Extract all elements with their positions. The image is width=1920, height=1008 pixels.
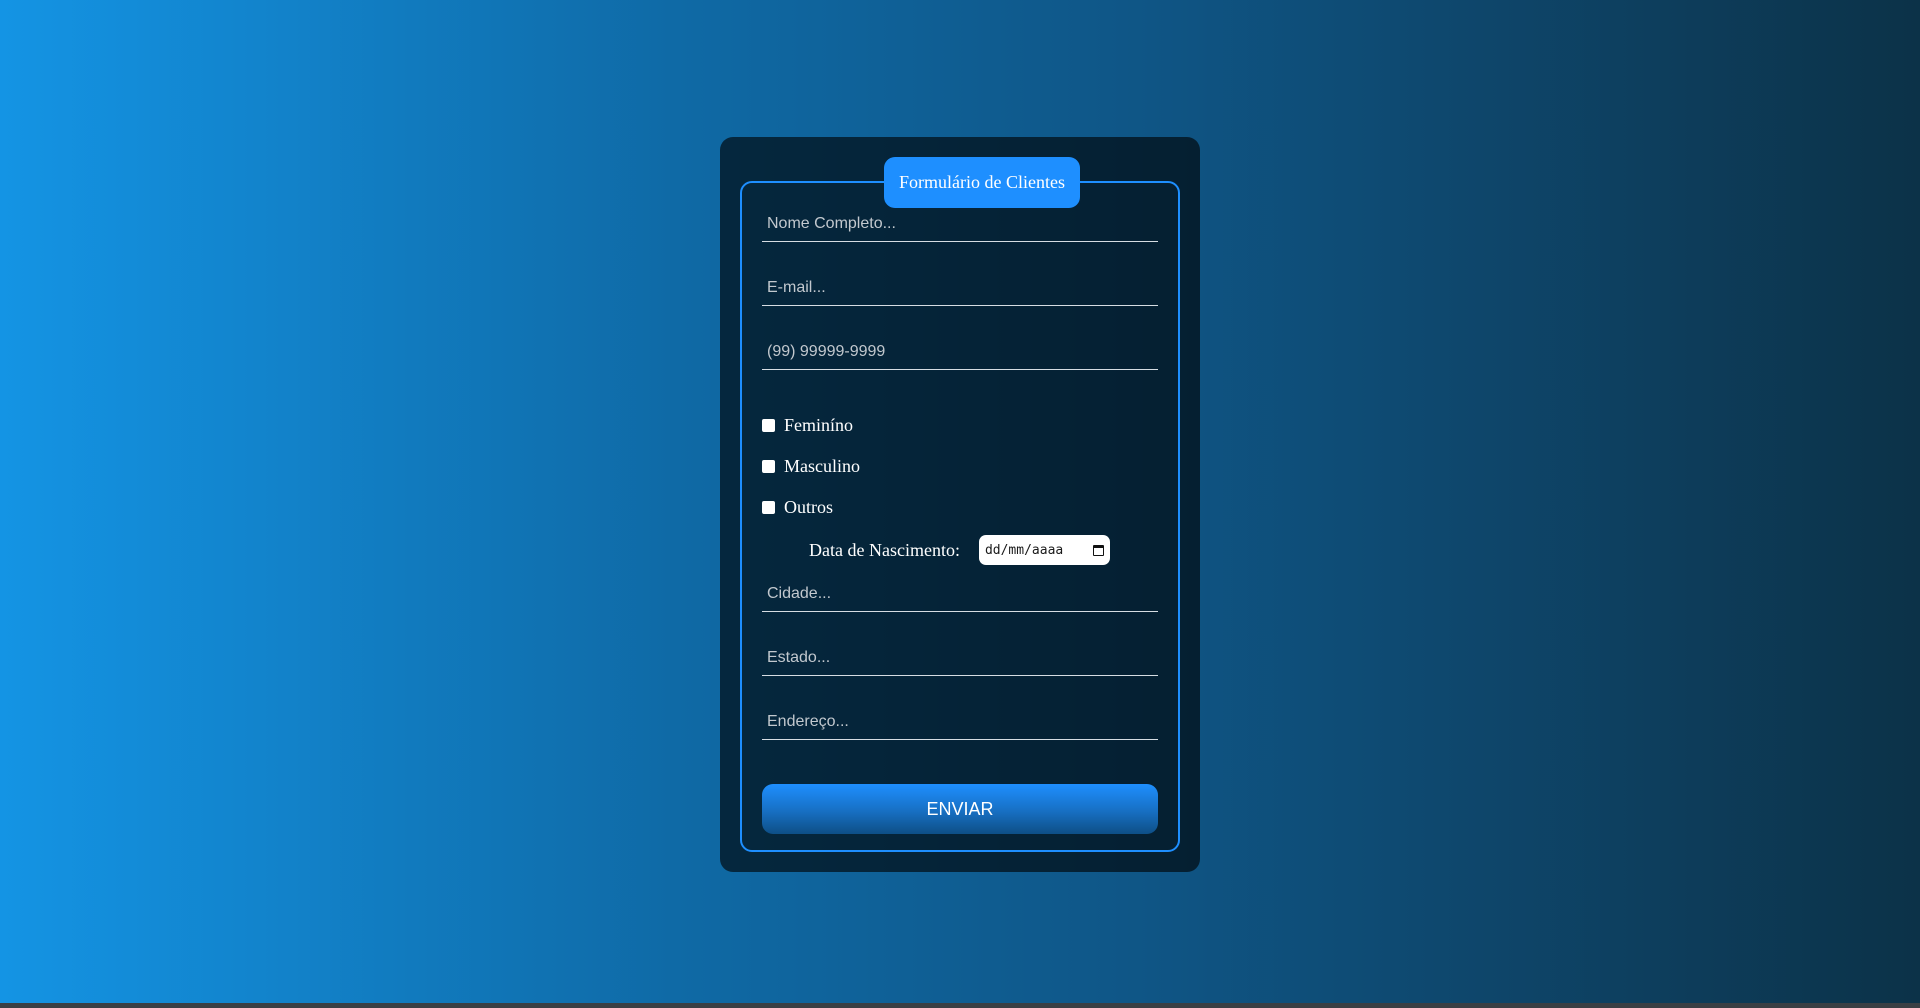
client-form-fieldset: Formulário de Clientes Feminíno Masculin… bbox=[740, 157, 1180, 852]
checkbox-masculino[interactable] bbox=[762, 459, 775, 473]
birth-date-row: Data de Nascimento: dd/mm/aaaa bbox=[809, 535, 1110, 565]
checkbox-label-masculino: Masculino bbox=[784, 455, 860, 476]
gender-option-outros[interactable]: Outros bbox=[762, 496, 833, 518]
gender-option-feminino[interactable]: Feminíno bbox=[762, 414, 853, 436]
address-input[interactable] bbox=[762, 704, 1158, 739]
email-input[interactable] bbox=[762, 270, 1158, 305]
phone-input[interactable] bbox=[762, 334, 1158, 369]
client-form-card: Formulário de Clientes Feminíno Masculin… bbox=[720, 137, 1200, 872]
gender-option-masculino[interactable]: Masculino bbox=[762, 455, 860, 477]
birth-date-label: Data de Nascimento: bbox=[809, 539, 960, 560]
checkbox-label-feminino: Feminíno bbox=[784, 414, 854, 435]
birth-date-placeholder: dd/mm/aaaa bbox=[984, 542, 1064, 558]
full-name-field[interactable] bbox=[762, 206, 1158, 242]
email-field[interactable] bbox=[762, 270, 1158, 306]
city-input[interactable] bbox=[762, 576, 1158, 611]
submit-button[interactable]: ENVIAR bbox=[762, 784, 1158, 834]
calendar-icon[interactable] bbox=[1092, 544, 1104, 556]
checkbox-feminino[interactable] bbox=[762, 418, 775, 432]
address-field[interactable] bbox=[762, 704, 1158, 740]
city-field[interactable] bbox=[762, 576, 1158, 612]
checkbox-label-outros: Outros bbox=[784, 496, 833, 517]
state-field[interactable] bbox=[762, 640, 1158, 676]
full-name-input[interactable] bbox=[762, 206, 1158, 241]
checkbox-outros[interactable] bbox=[762, 500, 775, 514]
state-input[interactable] bbox=[762, 640, 1158, 675]
form-legend: Formulário de Clientes bbox=[884, 157, 1080, 208]
phone-field[interactable] bbox=[762, 334, 1158, 370]
birth-date-input[interactable]: dd/mm/aaaa bbox=[978, 535, 1110, 565]
bottom-border-line bbox=[0, 1003, 1920, 1008]
